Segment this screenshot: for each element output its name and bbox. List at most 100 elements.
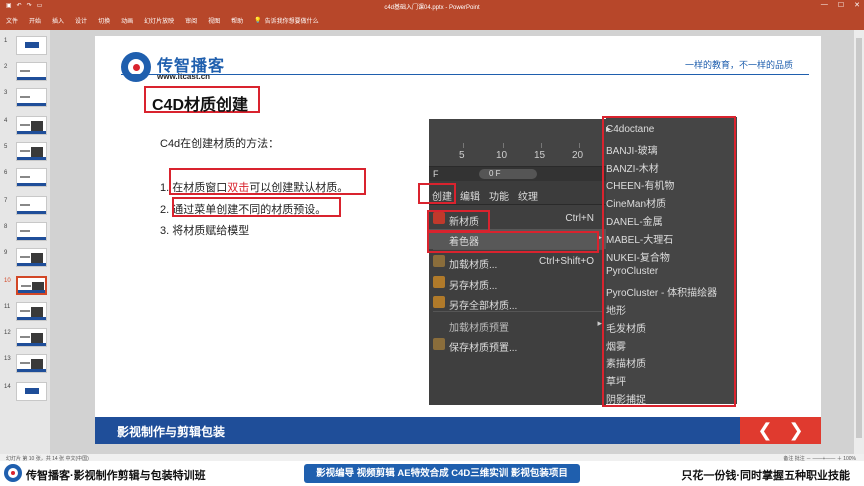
tab-review[interactable]: 审阅 — [185, 16, 197, 25]
slide-thumbnail[interactable]: 9 — [2, 248, 50, 270]
tab-view[interactable]: 视图 — [208, 16, 220, 25]
slide-thumbnail[interactable]: 11 — [2, 302, 50, 324]
slide-title: C4D材质创建 — [152, 97, 249, 114]
slide-thumbnail-preview — [16, 382, 47, 401]
step-3-num: 3. — [160, 225, 170, 237]
c4d-material-manager: 5 10 15 20 F 0 F 创建 编辑 功能 纹理 新材质 Ctrl+N 着色… — [429, 119, 606, 405]
tab-slideshow[interactable]: 幻灯片放映 — [144, 16, 174, 25]
load-material-icon — [433, 255, 445, 267]
create-menu-item-label: 保存材质预置... — [449, 343, 518, 354]
tab-design[interactable]: 设计 — [75, 16, 87, 25]
ruler-label: 10 — [496, 150, 508, 161]
slide-thumbnail-number: 5 — [4, 144, 8, 150]
slide-thumbnail[interactable]: 13 — [2, 354, 50, 376]
step-2-highlight-box — [172, 197, 341, 217]
frame-label: F — [433, 169, 439, 179]
timeline-ruler: 5 10 15 20 — [429, 119, 606, 167]
title-bar: ▣ ↶ ↷ ▭ c4d基础入门课04.pptx - PowerPoint — ☐… — [0, 0, 864, 11]
slide-thumbnail[interactable]: 2 — [2, 62, 50, 84]
step-3: 3. 将材质赋给模型 — [160, 222, 249, 238]
slide-thumbnail-number: 8 — [4, 224, 8, 230]
footer-text: 影视制作与剪辑包装 — [117, 425, 226, 439]
ribbon-tabs: 文件 开始 插入 设计 切换 动画 幻灯片放映 审阅 视图 帮助 💡 告诉我你想… — [0, 11, 864, 30]
slide-thumbnail-preview — [16, 222, 47, 241]
create-menu-item[interactable]: 另存全部材质... — [429, 293, 606, 313]
frame-row: F 0 F — [429, 167, 606, 181]
slide-thumbnail-preview — [16, 36, 47, 55]
slide-thumbnail-number: 4 — [4, 118, 8, 124]
slide-thumbnail[interactable]: 14 — [2, 382, 50, 404]
intro-text: C4d在创建材质的方法： — [160, 138, 280, 150]
create-menu-item[interactable]: 加载材质预置 ▸ — [429, 315, 606, 335]
tab-help[interactable]: 帮助 — [231, 16, 243, 25]
create-menu-item[interactable]: 加载材质... Ctrl+Shift+O — [429, 252, 606, 272]
slide-thumbnail-preview — [16, 302, 47, 321]
slide-thumbnail[interactable]: 12 — [2, 328, 50, 350]
slide-thumbnail[interactable]: 8 — [2, 222, 50, 244]
ruler-label: 15 — [534, 150, 546, 161]
prev-slide-button[interactable]: ❮ — [754, 419, 776, 441]
create-menu-item-label: 另存材质... — [449, 281, 498, 292]
tab-home[interactable]: 开始 — [29, 16, 41, 25]
slide-thumbnail-preview — [16, 142, 47, 161]
slogan: 一样的教育，不一样的品质 — [684, 60, 793, 70]
step-2-num: 2. — [160, 204, 170, 216]
step-3-text: 将材质赋给模型 — [172, 225, 250, 237]
tab-insert[interactable]: 插入 — [52, 16, 64, 25]
slide-thumbnail[interactable]: 4 — [2, 116, 50, 138]
header-divider — [121, 74, 809, 75]
promo-banner: 传智播客·影视制作剪辑与包装特训班 影视编导 视频剪辑 AE特效合成 C4D三维… — [0, 461, 864, 486]
banner-logo-icon — [4, 464, 22, 482]
slide-thumbnail-number: 6 — [4, 170, 8, 176]
tab-transitions[interactable]: 切换 — [98, 16, 110, 25]
slide[interactable]: 传智播客 www.itcast.cn 一样的教育，不一样的品质 C4D材质创建 … — [95, 36, 821, 444]
menu-edit[interactable]: 编辑 — [460, 188, 480, 203]
slide-thumbnail-number: 7 — [4, 198, 8, 204]
status-bar: 幻灯片 第 10 张，共 14 张 中文(中国) 备注 批注 － ——+—— ＋… — [0, 454, 864, 462]
slide-thumbnail[interactable]: 3 — [2, 88, 50, 110]
slide-footer: 影视制作与剪辑包装 ❮ ❯ — [95, 417, 821, 444]
ruler-label: 5 — [459, 150, 465, 161]
logo-mark-icon — [121, 52, 151, 82]
tell-me-box[interactable]: 💡 告诉我你想要做什么 — [254, 16, 319, 25]
banner-right-text: 只花一份钱·同时掌握五种职业技能 — [681, 470, 850, 482]
slide-thumbnail-number: 13 — [4, 356, 11, 362]
frame-field[interactable]: 0 F — [479, 169, 537, 179]
tab-animations[interactable]: 动画 — [121, 16, 133, 25]
step-1-highlight-box — [169, 168, 366, 195]
scroll-thumb[interactable] — [856, 38, 862, 438]
tab-file[interactable]: 文件 — [6, 16, 18, 25]
banner-course-list: 影视编导 视频剪辑 AE特效合成 C4D三维实训 影视包装项目 — [304, 464, 580, 483]
vertical-scrollbar[interactable] — [854, 30, 864, 454]
slide-thumbnail-preview — [16, 248, 47, 267]
maximize-button[interactable]: ☐ — [838, 1, 844, 9]
itcast-logo: 传智播客 www.itcast.cn — [121, 50, 251, 84]
slide-thumbnail-pane: 1 2 3 4 5 6 7 8 9 10 11 12 13 14 — [0, 30, 50, 454]
new-material-highlight-box — [427, 210, 490, 232]
create-menu-item-label: 加载材质预置 — [449, 323, 509, 334]
slide-thumbnail-preview — [16, 276, 47, 295]
slide-thumbnail-number: 2 — [4, 64, 8, 70]
slide-thumbnail-preview — [16, 62, 47, 81]
slide-thumbnail[interactable]: 7 — [2, 196, 50, 218]
next-slide-button[interactable]: ❯ — [785, 419, 807, 441]
slide-thumbnail[interactable]: 6 — [2, 168, 50, 190]
slide-thumbnail-number: 1 — [4, 38, 8, 44]
tell-me-label: 告诉我你想要做什么 — [264, 19, 319, 25]
slide-thumbnail[interactable]: 5 — [2, 142, 50, 164]
slide-thumbnail-number: 14 — [4, 384, 11, 390]
window-controls: — ☐ ✕ — [821, 1, 860, 9]
submenu-highlight-box — [602, 116, 736, 407]
create-menu-item[interactable]: 另存材质... — [429, 273, 606, 293]
slide-title-box[interactable]: C4D材质创建 — [144, 86, 260, 114]
save-material-icon — [433, 276, 445, 288]
lightbulb-icon: 💡 — [254, 18, 262, 24]
menu-function[interactable]: 功能 — [489, 188, 509, 203]
slide-thumbnail[interactable]: 1 — [2, 36, 50, 58]
menu-texture[interactable]: 纹理 — [518, 188, 538, 203]
slide-thumbnail[interactable]: 10 — [2, 276, 50, 298]
create-menu-item[interactable]: 保存材质预置... — [429, 335, 606, 355]
close-button[interactable]: ✕ — [854, 1, 860, 9]
shader-highlight-box — [427, 231, 599, 253]
minimize-button[interactable]: — — [821, 1, 828, 9]
